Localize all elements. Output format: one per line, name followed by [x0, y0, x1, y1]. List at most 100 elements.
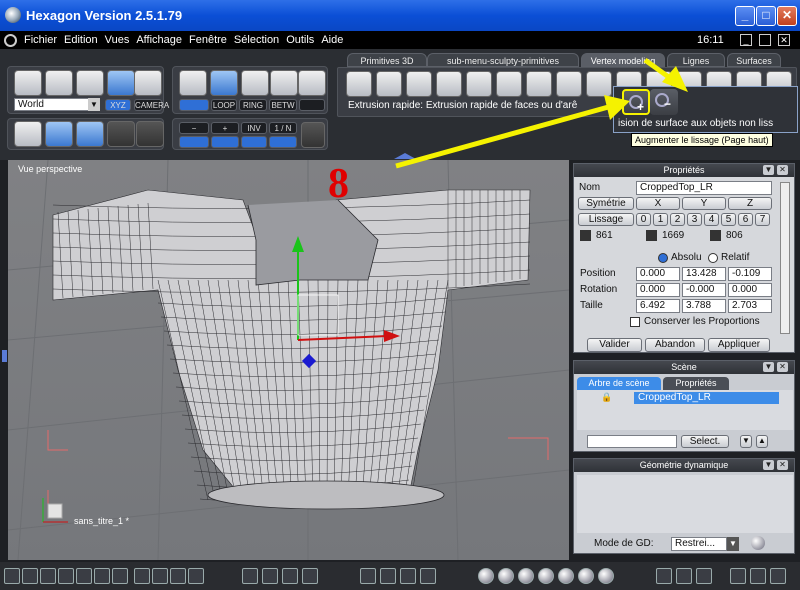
axis-icon[interactable] [360, 568, 376, 584]
rotate-view-icon[interactable] [262, 568, 278, 584]
close-icon[interactable]: ✕ [777, 460, 788, 470]
properties-panel: Propriétés ▼ ✕ Nom CroppedTop_LR Symétri… [573, 163, 795, 353]
layout-9-icon[interactable] [152, 568, 168, 584]
taille-z-field[interactable]: 2.703 [728, 299, 772, 313]
tab-scene-tree[interactable]: Arbre de scène [577, 377, 661, 390]
fit-icon[interactable] [242, 568, 258, 584]
layout-3-icon[interactable] [40, 568, 56, 584]
scene-search-input[interactable] [587, 435, 677, 448]
lissage-level-7-button[interactable]: 7 [755, 213, 770, 226]
properties-header: Propriétés ▼ ✕ [574, 164, 794, 177]
eye-icon[interactable] [302, 568, 318, 584]
valider-button[interactable]: Valider [587, 338, 642, 352]
cube-3-icon[interactable] [770, 568, 786, 584]
sphere-2-icon[interactable] [498, 568, 514, 584]
dyn-geo-list [577, 475, 793, 533]
lissage-button[interactable]: Lissage [578, 213, 634, 226]
properties-title: Propriétés [663, 165, 705, 175]
lissage-level-4-button[interactable]: 4 [704, 213, 719, 226]
layout-11-icon[interactable] [188, 568, 204, 584]
scale-icon[interactable] [400, 568, 416, 584]
close-icon[interactable]: ✕ [777, 165, 788, 175]
properties-scrollbar[interactable] [780, 182, 790, 334]
dyn-geo-title: Géométrie dynamique [639, 460, 729, 470]
sphere-icon[interactable] [751, 536, 765, 550]
lissage-level-2-button[interactable]: 2 [670, 213, 685, 226]
sym-z-button[interactable]: Z [728, 197, 772, 210]
lock-icon[interactable]: 🔒 [601, 392, 612, 403]
rotation-y-field[interactable]: -0.000 [682, 283, 726, 297]
layout-7-icon[interactable] [112, 568, 128, 584]
lissage-level-6-button[interactable]: 6 [738, 213, 753, 226]
scene-item[interactable]: CroppedTop_LR [634, 392, 779, 404]
face-count-icon [710, 230, 721, 241]
absolu-label: Absolu [671, 252, 702, 263]
mode-gd-label: Mode de GD: [594, 538, 654, 549]
sym-x-button[interactable]: X [636, 197, 680, 210]
sphere-7-icon[interactable] [598, 568, 614, 584]
scene-header: Scène ▼ ✕ [574, 361, 794, 374]
symmetry-button[interactable]: Symétrie [578, 197, 634, 210]
absolu-radio[interactable] [658, 253, 668, 263]
face-count: 806 [726, 230, 743, 241]
taille-y-field[interactable]: 3.788 [682, 299, 726, 313]
lissage-level-5-button[interactable]: 5 [721, 213, 736, 226]
taille-x-field[interactable]: 6.492 [636, 299, 680, 313]
layout-2-icon[interactable] [22, 568, 38, 584]
vertex-count: 861 [596, 230, 613, 241]
tab-scene-properties[interactable]: Propriétés [663, 377, 729, 390]
collapse-icon[interactable]: ▼ [763, 460, 774, 470]
relatif-label: Relatif [721, 252, 750, 263]
sphere-5-icon[interactable] [558, 568, 574, 584]
appliquer-button[interactable]: Appliquer [708, 338, 770, 352]
shading-1-icon[interactable] [656, 568, 672, 584]
vertex-count-icon [580, 230, 591, 241]
sphere-4-icon[interactable] [538, 568, 554, 584]
layout-1-icon[interactable] [4, 568, 20, 584]
layout-6-icon[interactable] [94, 568, 110, 584]
abandon-button[interactable]: Abandon [645, 338, 705, 352]
layout-5-icon[interactable] [76, 568, 92, 584]
position-y-field[interactable]: 13.428 [682, 267, 726, 281]
close-icon[interactable]: ✕ [777, 362, 788, 372]
nom-label: Nom [579, 182, 601, 193]
layout-10-icon[interactable] [170, 568, 186, 584]
layout-8-icon[interactable] [134, 568, 150, 584]
chevron-down-icon[interactable]: ▼ [727, 537, 739, 551]
down-icon[interactable] [420, 568, 436, 584]
dynamic-geometry-panel: Géométrie dynamique ▼ ✕ Mode de GD: Rest… [573, 458, 795, 554]
row-label-rotation: Rotation [580, 284, 618, 295]
select-button[interactable]: Select. [681, 435, 729, 448]
move-down-icon[interactable]: ▼ [740, 435, 752, 448]
scene-tree: 🔒 CroppedTop_LR [577, 390, 793, 430]
scene-panel: Scène ▼ ✕ Arbre de scène Propriétés 🔒 Cr… [573, 360, 795, 452]
move-up-icon[interactable]: ▲ [756, 435, 768, 448]
sphere-1-icon[interactable] [478, 568, 494, 584]
row-label-position: Position [580, 268, 616, 279]
shading-3-icon[interactable] [696, 568, 712, 584]
rotation-x-field[interactable]: 0.000 [636, 283, 680, 297]
name-field[interactable]: CroppedTop_LR [636, 181, 772, 195]
mode-gd-select[interactable]: Restrei... [671, 537, 727, 551]
layout-4-icon[interactable] [58, 568, 74, 584]
zoom-icon[interactable] [282, 568, 298, 584]
position-z-field[interactable]: -0.109 [728, 267, 772, 281]
row-label-taille: Taille [580, 300, 603, 311]
collapse-icon[interactable]: ▼ [763, 165, 774, 175]
conserver-label: Conserver les Proportions [644, 316, 760, 327]
sym-y-button[interactable]: Y [682, 197, 726, 210]
lissage-level-3-button[interactable]: 3 [687, 213, 702, 226]
conserver-checkbox[interactable] [630, 317, 640, 327]
rotation-z-field[interactable]: 0.000 [728, 283, 772, 297]
lissage-level-0-button[interactable]: 0 [636, 213, 651, 226]
sphere-6-icon[interactable] [578, 568, 594, 584]
relatif-radio[interactable] [708, 253, 718, 263]
move-icon[interactable] [380, 568, 396, 584]
sphere-3-icon[interactable] [518, 568, 534, 584]
collapse-icon[interactable]: ▼ [763, 362, 774, 372]
cube-icon[interactable] [730, 568, 746, 584]
lissage-level-1-button[interactable]: 1 [653, 213, 668, 226]
shading-2-icon[interactable] [676, 568, 692, 584]
position-x-field[interactable]: 0.000 [636, 267, 680, 281]
cube-2-icon[interactable] [750, 568, 766, 584]
